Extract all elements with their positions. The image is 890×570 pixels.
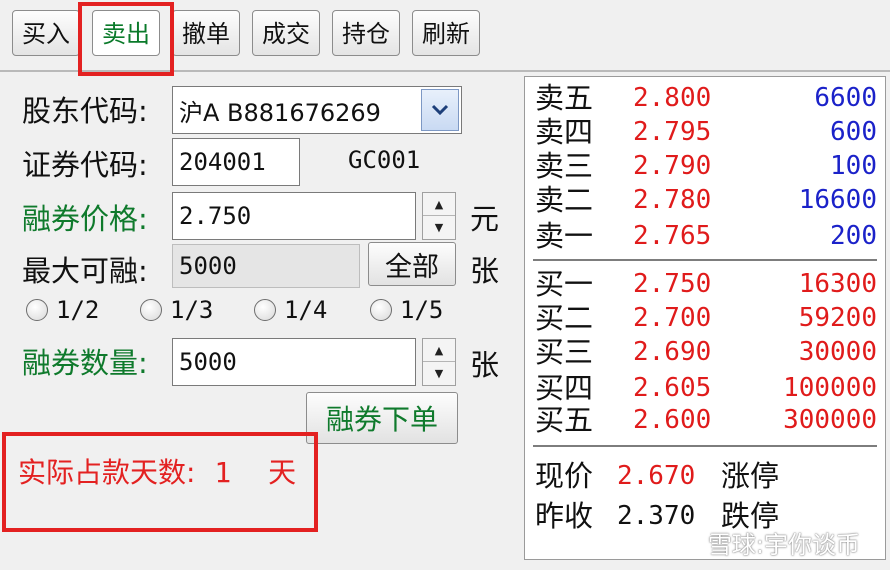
code-input[interactable]: 204001 bbox=[172, 138, 300, 186]
buy-row: 买一 2.750 16300 bbox=[525, 267, 885, 301]
account-label: 股东代码: bbox=[22, 94, 148, 128]
radio-icon[interactable] bbox=[254, 299, 276, 321]
current-price-label: 现价 bbox=[535, 459, 594, 493]
radio-icon[interactable] bbox=[370, 299, 392, 321]
level-volume: 100 bbox=[830, 151, 877, 181]
tab-trades[interactable]: 成交 bbox=[252, 10, 320, 56]
days-highlight bbox=[2, 432, 318, 532]
level-label: 卖四 bbox=[535, 115, 594, 149]
level-label: 买三 bbox=[535, 335, 594, 369]
level-label: 买五 bbox=[535, 403, 594, 437]
quantity-label: 融券数量: bbox=[22, 346, 148, 380]
sell-row: 卖四 2.795 600 bbox=[525, 115, 885, 149]
ratio-1-4[interactable]: 1/4 bbox=[254, 296, 327, 324]
ratio-label: 1/5 bbox=[400, 296, 444, 324]
level-price: 2.750 bbox=[633, 269, 712, 299]
max-label: 最大可融: bbox=[22, 254, 148, 288]
spin-up-icon[interactable]: ▲ bbox=[423, 193, 455, 216]
max-unit: 张 bbox=[470, 254, 500, 288]
ratio-label: 1/2 bbox=[56, 296, 100, 324]
level-price: 2.605 bbox=[633, 373, 712, 403]
prev-close-label: 昨收 bbox=[535, 499, 594, 533]
level-volume: 30000 bbox=[798, 337, 877, 367]
level-label: 卖三 bbox=[535, 149, 594, 183]
tab-positions[interactable]: 持仓 bbox=[332, 10, 400, 56]
level-volume: 300000 bbox=[783, 405, 877, 435]
level-price: 2.780 bbox=[633, 185, 712, 215]
spin-down-icon[interactable]: ▼ bbox=[423, 216, 455, 239]
buy-row: 买二 2.700 59200 bbox=[525, 301, 885, 335]
price-input[interactable]: 2.750 bbox=[172, 192, 416, 240]
max-value: 5000 bbox=[172, 244, 360, 288]
level-volume: 16300 bbox=[798, 269, 877, 299]
level-volume: 100000 bbox=[783, 373, 877, 403]
current-price-value: 2.670 bbox=[617, 461, 696, 491]
order-book: 卖五 2.800 6600 卖四 2.795 600 卖三 2.790 100 卖二 2.78… bbox=[524, 76, 886, 560]
level-label: 卖五 bbox=[535, 81, 594, 115]
sell-row: 卖二 2.780 16600 bbox=[525, 183, 885, 217]
radio-icon[interactable] bbox=[140, 299, 162, 321]
watermark: 雪球:宇你谈币 bbox=[707, 531, 860, 559]
quantity-input[interactable]: 5000 bbox=[172, 338, 416, 386]
sell-tab-highlight bbox=[78, 2, 174, 76]
radio-icon[interactable] bbox=[26, 299, 48, 321]
price-unit: 元 bbox=[470, 202, 500, 236]
account-value: 沪A B881676269 bbox=[179, 98, 381, 127]
level-volume: 16600 bbox=[798, 185, 877, 215]
level-volume: 6600 bbox=[814, 83, 877, 113]
level-label: 卖二 bbox=[535, 183, 594, 217]
tab-buy[interactable]: 买入 bbox=[12, 10, 80, 56]
level-label: 买二 bbox=[535, 301, 594, 335]
level-price: 2.795 bbox=[633, 117, 712, 147]
chevron-down-icon[interactable] bbox=[421, 89, 459, 131]
submit-order-button[interactable]: 融券下单 bbox=[306, 392, 458, 444]
ratio-label: 1/3 bbox=[170, 296, 214, 324]
ratio-label: 1/4 bbox=[284, 296, 328, 324]
prev-close-value: 2.370 bbox=[617, 501, 696, 531]
price-stepper[interactable]: ▲ ▼ bbox=[422, 192, 456, 240]
tab-refresh[interactable]: 刷新 bbox=[412, 10, 480, 56]
level-price: 2.790 bbox=[633, 151, 712, 181]
account-select[interactable]: 沪A B881676269 bbox=[172, 86, 462, 134]
ratio-1-3[interactable]: 1/3 bbox=[140, 296, 213, 324]
quantity-stepper[interactable]: ▲ ▼ bbox=[422, 338, 456, 386]
buy-row: 买五 2.600 300000 bbox=[525, 403, 885, 437]
tab-cancel[interactable]: 撤单 bbox=[172, 10, 240, 56]
ratio-1-2[interactable]: 1/2 bbox=[26, 296, 99, 324]
limit-up-label: 涨停 bbox=[721, 459, 780, 493]
level-volume: 200 bbox=[830, 221, 877, 251]
spin-down-icon[interactable]: ▼ bbox=[423, 362, 455, 385]
price-label: 融券价格: bbox=[22, 202, 148, 236]
buy-row: 买三 2.690 30000 bbox=[525, 335, 885, 369]
sell-row: 卖五 2.800 6600 bbox=[525, 81, 885, 115]
level-price: 2.800 bbox=[633, 83, 712, 113]
level-label: 买一 bbox=[535, 267, 594, 301]
sell-row: 卖三 2.790 100 bbox=[525, 149, 885, 183]
buy-row: 买四 2.605 100000 bbox=[525, 371, 885, 405]
level-price: 2.600 bbox=[633, 405, 712, 435]
level-price: 2.690 bbox=[633, 337, 712, 367]
sell-row: 卖一 2.765 200 bbox=[525, 219, 885, 253]
level-price: 2.700 bbox=[633, 303, 712, 333]
level-label: 卖一 bbox=[535, 219, 594, 253]
current-price-row: 现价 2.670 涨停 bbox=[535, 459, 779, 493]
level-price: 2.765 bbox=[633, 221, 712, 251]
security-name: GC001 bbox=[348, 146, 421, 174]
code-label: 证券代码: bbox=[22, 148, 148, 182]
quantity-unit: 张 bbox=[470, 348, 500, 382]
level-volume: 600 bbox=[830, 117, 877, 147]
spin-up-icon[interactable]: ▲ bbox=[423, 339, 455, 362]
level-volume: 59200 bbox=[798, 303, 877, 333]
book-divider bbox=[533, 445, 877, 447]
book-divider bbox=[533, 259, 877, 261]
ratio-1-5[interactable]: 1/5 bbox=[370, 296, 443, 324]
level-label: 买四 bbox=[535, 371, 594, 405]
all-button[interactable]: 全部 bbox=[368, 242, 456, 286]
